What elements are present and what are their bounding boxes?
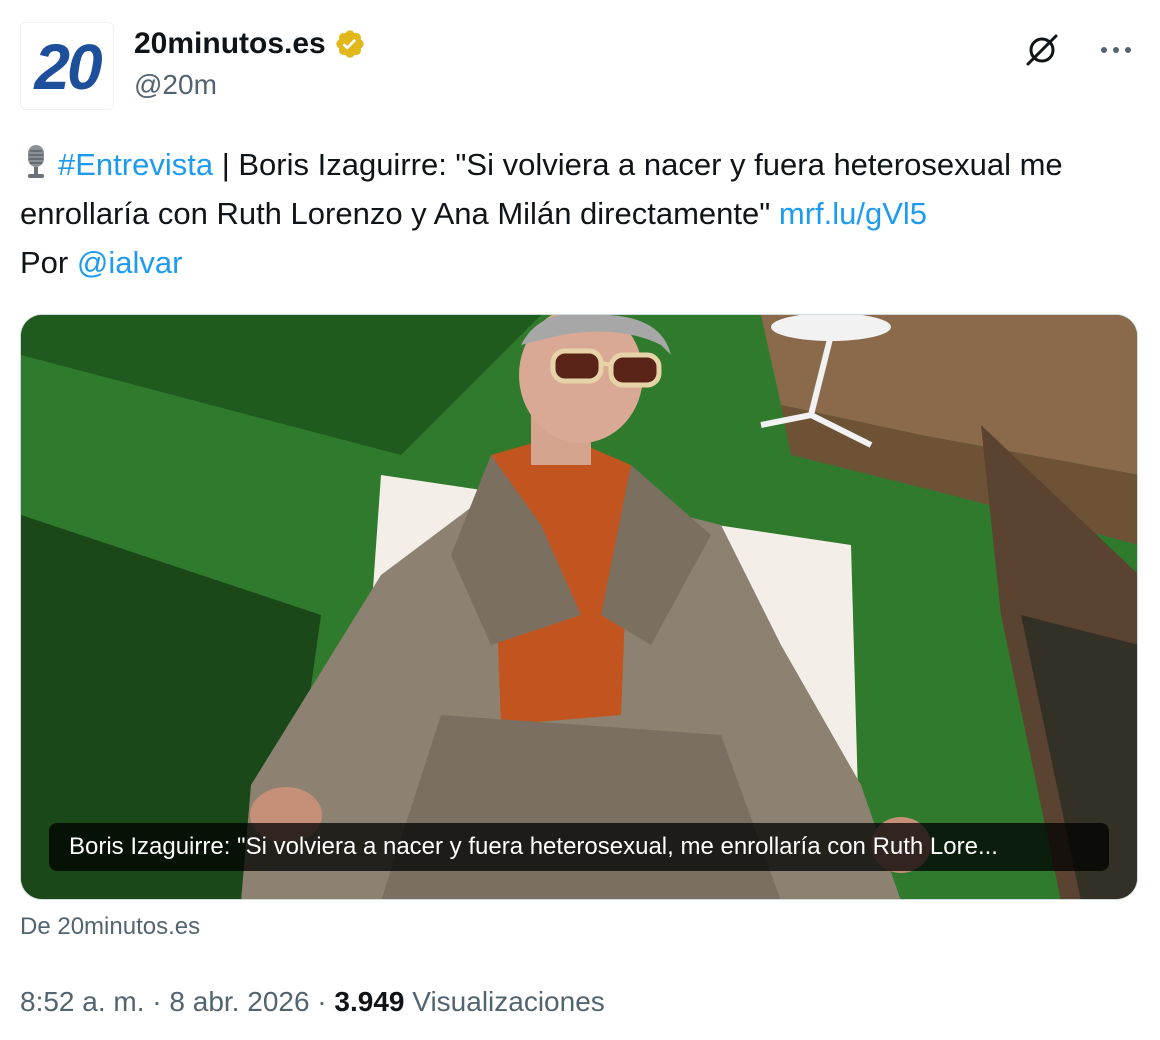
card-photo bbox=[21, 315, 1137, 899]
card-source[interactable]: De 20minutos.es bbox=[20, 912, 200, 942]
hashtag-link[interactable]: #Entrevista bbox=[58, 147, 213, 182]
tweet-actions bbox=[1022, 30, 1136, 70]
views-label: Visualizaciones bbox=[412, 986, 605, 1017]
tweet-text: #Entrevista | Boris Izaguirre: "Si volvi… bbox=[20, 140, 1140, 287]
grok-glyph bbox=[1026, 34, 1058, 66]
account-avatar[interactable]: 20 bbox=[20, 22, 114, 110]
tweet-time[interactable]: 8:52 a. m. bbox=[20, 986, 145, 1017]
more-dots-glyph bbox=[1101, 47, 1131, 53]
meta-separator: · bbox=[144, 986, 170, 1017]
more-dots-icon[interactable] bbox=[1096, 30, 1136, 70]
tweet-date[interactable]: 8 abr. 2026 bbox=[169, 986, 309, 1017]
link-card-image[interactable]: Boris Izaguirre: "Si volviera a nacer y … bbox=[20, 314, 1138, 900]
views-count: 3.949 bbox=[334, 986, 405, 1017]
tweet-meta: 8:52 a. m. · 8 abr. 2026 · 3.949 Visuali… bbox=[20, 985, 605, 1019]
author-mention-link[interactable]: @ialvar bbox=[77, 245, 183, 280]
verified-badge-icon[interactable] bbox=[334, 28, 366, 60]
display-name[interactable]: 20minutos.es bbox=[134, 26, 326, 62]
by-prefix: Por bbox=[20, 245, 77, 280]
grok-icon[interactable] bbox=[1022, 30, 1062, 70]
account-handle[interactable]: @20m bbox=[134, 68, 217, 102]
article-link[interactable]: mrf.lu/gVl5 bbox=[779, 196, 927, 231]
avatar-logo-text: 20 bbox=[34, 31, 102, 103]
studio-microphone-icon bbox=[28, 145, 44, 178]
meta-separator: · bbox=[309, 986, 335, 1017]
name-row: 20minutos.es bbox=[134, 26, 366, 62]
card-caption: Boris Izaguirre: "Si volviera a nacer y … bbox=[49, 823, 1109, 871]
